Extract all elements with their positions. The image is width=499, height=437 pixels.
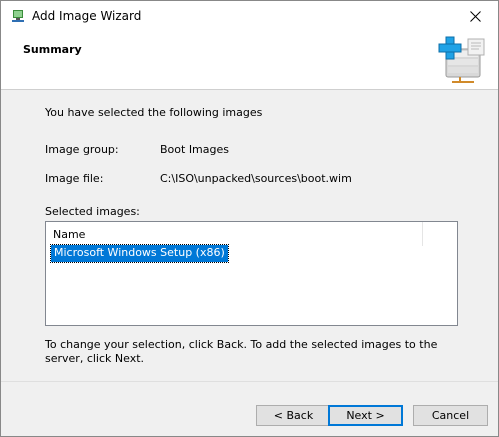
intro-text: You have selected the following images xyxy=(45,106,263,119)
back-button[interactable]: < Back xyxy=(256,405,331,426)
cancel-button[interactable]: Cancel xyxy=(413,405,488,426)
wizard-content: You have selected the following images I… xyxy=(1,91,498,381)
image-file-value: C:\ISO\unpacked\sources\boot.wim xyxy=(160,172,352,185)
add-server-image-icon xyxy=(438,36,485,83)
image-group-value: Boot Images xyxy=(160,143,229,156)
close-button[interactable] xyxy=(452,1,498,32)
button-bar: < Back Next > Cancel xyxy=(1,381,498,436)
close-icon xyxy=(469,11,481,22)
page-title: Summary xyxy=(23,43,82,56)
selected-images-label: Selected images: xyxy=(45,205,140,218)
image-group-label: Image group: xyxy=(45,143,119,156)
wizard-header: Summary xyxy=(1,32,498,90)
add-image-wizard-window: Add Image Wizard Summary You have select… xyxy=(0,0,499,437)
window-title: Add Image Wizard xyxy=(32,9,142,23)
next-button[interactable]: Next > xyxy=(328,405,403,426)
wizard-app-icon xyxy=(12,10,24,22)
list-item[interactable]: Microsoft Windows Setup (x86) xyxy=(50,244,229,263)
title-bar: Add Image Wizard xyxy=(1,1,498,32)
list-column-divider[interactable] xyxy=(422,222,423,246)
image-file-label: Image file: xyxy=(45,172,104,185)
list-column-header-name[interactable]: Name xyxy=(53,228,85,241)
selected-images-list[interactable]: Name Microsoft Windows Setup (x86) xyxy=(45,221,458,326)
instructions-text: To change your selection, click Back. To… xyxy=(45,338,438,365)
